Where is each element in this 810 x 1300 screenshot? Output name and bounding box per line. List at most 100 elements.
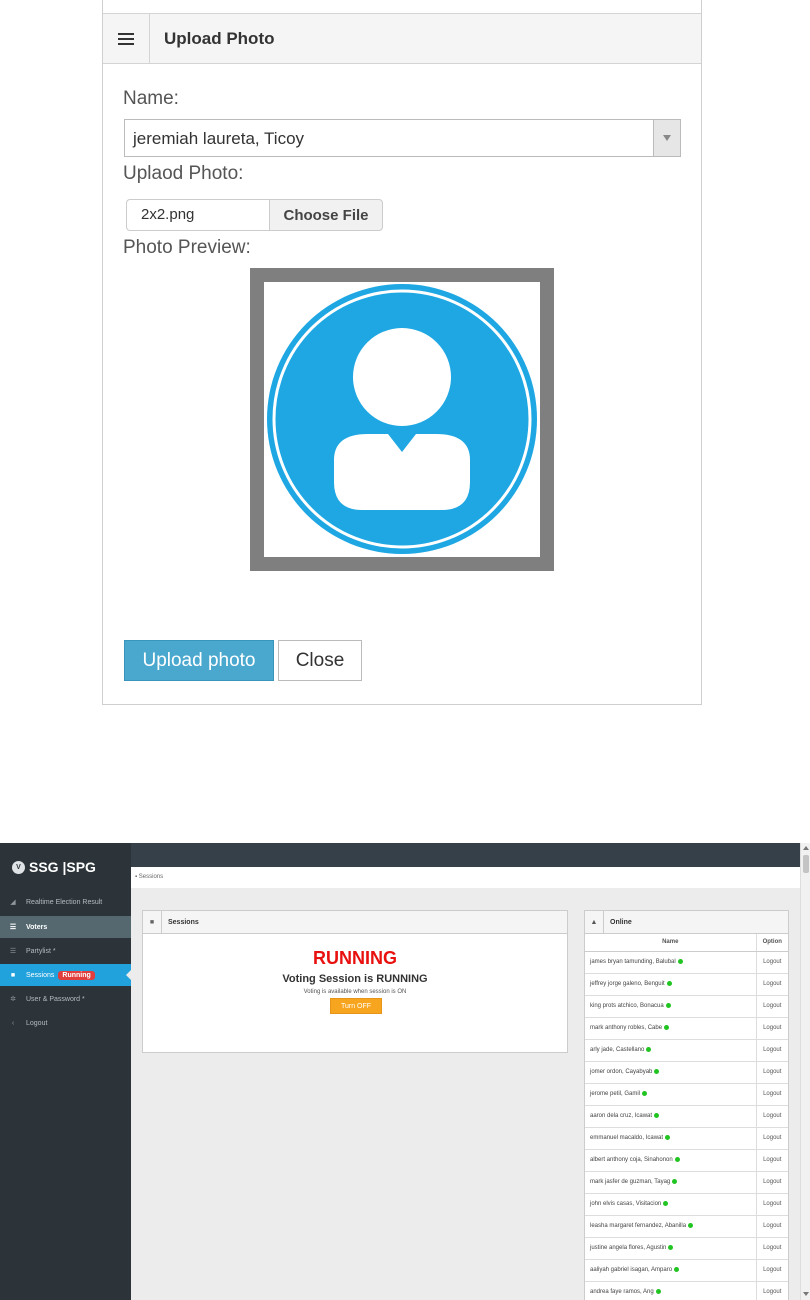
breadcrumb[interactable]: ▪ Sessions	[135, 874, 163, 880]
table-row: aaron dela cruz, Icawat Logout	[585, 1105, 788, 1128]
online-user-name: emmanuel macaldo, Icawat	[585, 1127, 756, 1150]
online-status-dot-icon	[646, 1046, 652, 1052]
online-status-dot-icon	[665, 1134, 671, 1140]
logout-user-link[interactable]: Logout	[755, 1237, 788, 1260]
table-row: andrea faye ramos, Ang Logout	[585, 1281, 788, 1300]
online-user-name: leasha margaret fernandez, Abanilla	[585, 1215, 756, 1238]
upload-photo-label: Uplaod Photo:	[123, 163, 244, 184]
scroll-down-icon[interactable]	[803, 1292, 809, 1296]
name-select-value: jeremiah laureta, Ticoy	[133, 129, 305, 148]
turn-off-button[interactable]: Turn OFF	[330, 998, 382, 1014]
logout-user-link[interactable]: Logout	[755, 1105, 788, 1128]
online-status-dot-icon	[688, 1222, 694, 1228]
online-user-name: arly jade, Castellano	[585, 1039, 756, 1062]
table-row: jomer ordon, Cayabyab Logout	[585, 1061, 788, 1084]
user-icon: ▲	[585, 911, 604, 933]
online-user-name: jomer ordon, Cayabyab	[585, 1061, 756, 1084]
logout-user-link[interactable]: Logout	[755, 995, 788, 1018]
table-row: justine angela flores, Agustin Logout	[585, 1237, 788, 1260]
name-select[interactable]: jeremiah laureta, Ticoy	[124, 119, 681, 157]
chevron-down-icon[interactable]	[653, 120, 680, 156]
logout-user-link[interactable]: Logout	[755, 951, 788, 974]
online-user-name: mark anthony robles, Cabe	[585, 1017, 756, 1040]
logout-user-link[interactable]: Logout	[755, 1039, 788, 1062]
logout-user-link[interactable]: Logout	[755, 973, 788, 996]
online-status-dot-icon	[666, 980, 672, 986]
logout-user-link[interactable]: Logout	[755, 1193, 788, 1216]
online-user-name: aaron dela cruz, Icawat	[585, 1105, 756, 1128]
upload-photo-dialog: Upload Photo Name: jeremiah laureta, Tic…	[94, 0, 715, 713]
online-status-dot-icon	[665, 1002, 671, 1008]
scroll-up-icon[interactable]	[803, 846, 809, 850]
logout-user-link[interactable]: Logout	[755, 1149, 788, 1172]
session-note: Voting is available when session is ON	[303, 989, 407, 995]
online-user-name: albert anthony coja, Sinahonon	[585, 1149, 756, 1172]
sidebar-item-partylist[interactable]: ☰ Partylist *	[0, 940, 131, 962]
logout-user-link[interactable]: Logout	[755, 1259, 788, 1282]
online-user-name: aaliyah gabriel isagan, Amparo	[585, 1259, 756, 1282]
sidebar-item-user-password[interactable]: ✲ User & Password *	[0, 988, 131, 1010]
online-status-dot-icon	[654, 1112, 660, 1118]
name-label: Name:	[123, 88, 179, 109]
dialog-header: Upload Photo	[103, 13, 701, 64]
chevron-left-icon: ‹	[11, 1019, 15, 1027]
online-user-name: john elvis casas, Visitacion	[585, 1193, 756, 1216]
online-panel-header: ▲ Online	[585, 911, 788, 934]
column-header-name: Name	[585, 934, 756, 952]
sidebar-item-realtime-result[interactable]: ◢ Realtime Election Result	[0, 891, 131, 913]
online-user-name: king prots atchico, Bonacua	[585, 995, 756, 1018]
table-row: albert anthony coja, Sinahonon Logout	[585, 1149, 788, 1172]
user-avatar-icon	[267, 284, 537, 554]
online-status-dot-icon	[674, 1156, 680, 1162]
session-status-title: RUNNING	[313, 948, 397, 968]
table-row: mark anthony robles, Cabe Logout	[585, 1017, 788, 1040]
upload-photo-card: Upload Photo Name: jeremiah laureta, Tic…	[102, 0, 702, 705]
online-users-panel: ▲ Online Name Option james bryan tamundi…	[584, 910, 789, 1300]
online-user-name: james bryan tamunding, Balubal	[585, 951, 756, 974]
lock-icon: ■	[10, 971, 16, 979]
online-status-dot-icon	[642, 1090, 648, 1096]
sessions-panel-title: Sessions	[168, 919, 199, 926]
sidebar: V SSG |SPG ◢ Realtime Election Result ☰ …	[0, 843, 131, 1300]
table-row: king prots atchico, Bonacua Logout	[585, 995, 788, 1018]
logout-user-link[interactable]: Logout	[755, 1215, 788, 1238]
logout-user-link[interactable]: Logout	[755, 1281, 788, 1300]
column-header-option: Option	[755, 934, 788, 952]
online-user-name: jerome petil, Gamil	[585, 1083, 756, 1106]
logout-user-link[interactable]: Logout	[755, 1017, 788, 1040]
scrollbar-thumb[interactable]	[803, 855, 809, 873]
online-status-dot-icon	[668, 1244, 674, 1250]
online-users-body: james bryan tamunding, Balubal Logout jeff…	[585, 951, 788, 1300]
scrollbar[interactable]	[800, 843, 810, 1300]
table-row: james bryan tamunding, Balubal Logout	[585, 951, 788, 974]
table-row: jerome petil, Gamil Logout	[585, 1083, 788, 1106]
logout-user-link[interactable]: Logout	[755, 1127, 788, 1150]
app-logo[interactable]: V SSG |SPG	[12, 859, 96, 875]
sidebar-item-voters[interactable]: ☰ Voters	[0, 916, 131, 938]
logout-user-link[interactable]: Logout	[755, 1083, 788, 1106]
list-icon: ☰	[9, 924, 17, 931]
choose-file-button[interactable]: Choose File	[269, 199, 383, 231]
online-status-dot-icon	[674, 1266, 680, 1272]
sidebar-item-sessions[interactable]: ■ Sessions Running	[0, 964, 131, 986]
file-name-value: 2x2.png	[141, 206, 195, 223]
table-row: aaliyah gabriel isagan, Amparo Logout	[585, 1259, 788, 1282]
lock-icon: ■	[143, 911, 162, 933]
logout-user-link[interactable]: Logout	[755, 1171, 788, 1194]
logout-user-link[interactable]: Logout	[755, 1061, 788, 1084]
table-row: arly jade, Castellano Logout	[585, 1039, 788, 1062]
close-button[interactable]: Close	[278, 640, 362, 681]
upload-photo-button[interactable]: Upload photo	[124, 640, 274, 681]
table-row: john elvis casas, Visitacion Logout	[585, 1193, 788, 1216]
sidebar-item-logout[interactable]: ‹ Logout	[0, 1012, 131, 1034]
file-name-field[interactable]: 2x2.png	[126, 199, 269, 231]
status-badge: Running	[58, 970, 95, 980]
online-status-dot-icon	[672, 1178, 678, 1184]
online-status-dot-icon	[664, 1024, 670, 1030]
table-row: emmanuel macaldo, Icawat Logout	[585, 1127, 788, 1150]
sessions-panel: ■ Sessions RUNNING Voting Session is RUN…	[142, 910, 568, 1053]
online-user-name: jeffrey jorge galeno, Benguit	[585, 973, 756, 996]
photo-preview-frame	[250, 268, 554, 571]
menu-icon[interactable]	[103, 14, 150, 63]
list-icon: ☰	[9, 948, 17, 955]
